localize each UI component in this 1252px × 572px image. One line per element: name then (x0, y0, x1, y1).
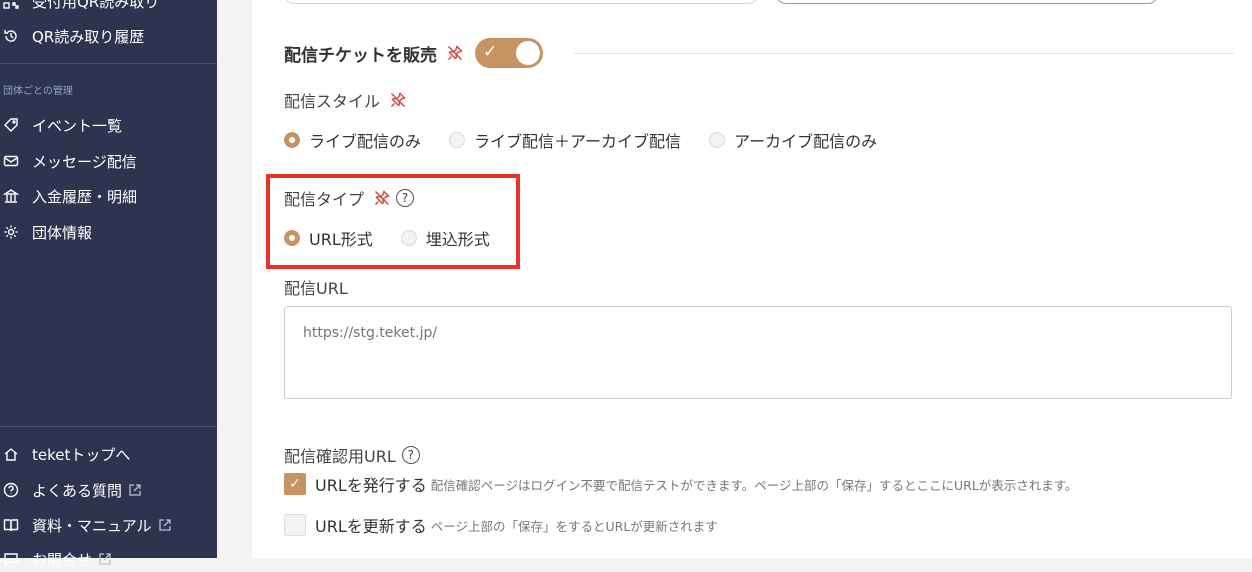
stream-type-row: 配信タイプ ? (284, 186, 415, 210)
option-label: アーカイブ配信のみ (734, 132, 878, 151)
sell-stream-toggle[interactable]: ✓ (475, 38, 543, 68)
divider (0, 426, 217, 427)
previous-field[interactable] (284, 0, 758, 4)
confirm-url-row: 配信確認用URL ? (284, 443, 420, 467)
radio-button[interactable] (400, 230, 417, 246)
pin-icon[interactable] (374, 190, 390, 206)
help-icon[interactable]: ? (401, 446, 420, 464)
toggle-knob (516, 41, 540, 65)
book-icon (2, 516, 20, 534)
option-label: 埋込形式 (425, 230, 490, 249)
history-icon (2, 27, 20, 45)
qr-icon (2, 0, 20, 10)
sidebar-item-events[interactable]: イベント一覧 (0, 112, 122, 138)
mail-icon (2, 152, 20, 170)
issue-url-option[interactable]: ✓ URLを発行する 配信確認ページはログイン不要で配信テストができます。ページ… (284, 472, 1078, 496)
sell-stream-title: 配信チケットを販売 (284, 45, 437, 66)
sidebar-item-faq[interactable]: よくある質問 (0, 477, 142, 503)
sidebar-item-qr-reader[interactable]: 受付用QR読み取り (0, 0, 159, 14)
sidebar-item-label: 団体情報 (32, 223, 93, 242)
sidebar-item-label: お問合せ (32, 550, 93, 569)
update-url-checkbox[interactable] (284, 514, 306, 536)
issue-url-checkbox[interactable]: ✓ (284, 473, 306, 495)
stream-type-option-embed[interactable]: 埋込形式 (400, 226, 490, 250)
stream-type-option-url[interactable]: URL形式 (284, 226, 373, 250)
pin-icon[interactable] (447, 45, 463, 61)
issue-url-label: URLを発行する (315, 476, 427, 495)
sidebar-item-label: teketトップへ (32, 445, 131, 464)
sidebar-item-label: よくある質問 (32, 481, 123, 500)
bank-icon (2, 187, 20, 205)
external-link-icon (98, 552, 112, 566)
sidebar-item-org-info[interactable]: 団体情報 (0, 219, 92, 245)
sidebar-item-label: 受付用QR読み取り (32, 0, 160, 11)
issue-url-note: 配信確認ページはログイン不要で配信テストができます。ページ上部の「保存」するとこ… (430, 477, 1078, 493)
radio-button[interactable] (284, 230, 300, 246)
sidebar-item-label: QR読み取り履歴 (32, 27, 145, 46)
main-content: 配信チケットを販売 ✓ 配信スタイル ライブ配信のみ ライブ配信＋アーカイブ配信… (252, 0, 1252, 558)
help-icon[interactable]: ? (396, 189, 415, 207)
sidebar-item-manuals[interactable]: 資料・マニュアル (0, 512, 172, 538)
sidebar-section-label: 団体ごとの管理 (3, 86, 73, 97)
external-link-icon (128, 483, 142, 497)
sidebar-item-label: イベント一覧 (32, 116, 123, 135)
sidebar: 受付用QR読み取り QR読み取り履歴 団体ごとの管理 イベント一覧 メッセージ配… (0, 0, 217, 569)
update-url-option[interactable]: URLを更新する ページ上部の「保存」をするとURLが更新されます (284, 513, 718, 537)
sidebar-item-label: 入金履歴・明細 (32, 187, 138, 206)
external-link-icon (158, 518, 172, 532)
sidebar-item-contact[interactable]: お問合せ (0, 546, 112, 572)
option-label: ライブ配信＋アーカイブ配信 (474, 132, 682, 151)
radio-button[interactable] (709, 132, 726, 148)
sidebar-item-messages[interactable]: メッセージ配信 (0, 148, 137, 174)
stream-url-label: 配信URL (284, 279, 348, 298)
stream-style-radio-group: ライブ配信のみ ライブ配信＋アーカイブ配信 アーカイブ配信のみ (284, 128, 905, 152)
help-icon (2, 481, 20, 499)
check-icon: ✓ (483, 42, 498, 62)
sidebar-item-payments[interactable]: 入金履歴・明細 (0, 183, 137, 209)
sidebar-item-qr-history[interactable]: QR読み取り履歴 (0, 23, 144, 49)
radio-button[interactable] (449, 132, 466, 148)
sidebar-item-label: メッセージ配信 (32, 152, 137, 171)
stream-style-option-live[interactable]: ライブ配信のみ (284, 128, 421, 152)
sidebar-item-teket-top[interactable]: teketトップへ (0, 441, 130, 467)
stream-type-label: 配信タイプ (284, 190, 365, 209)
stream-style-option-live-archive[interactable]: ライブ配信＋アーカイブ配信 (449, 128, 681, 152)
previous-field[interactable] (776, 0, 1158, 4)
pin-icon[interactable] (390, 92, 406, 108)
divider (0, 63, 217, 64)
home-icon (2, 445, 20, 463)
update-url-note: ページ上部の「保存」をするとURLが更新されます (430, 518, 718, 534)
chat-icon (2, 550, 20, 568)
radio-button[interactable] (284, 132, 300, 148)
tag-icon (2, 116, 20, 134)
confirm-url-label: 配信確認用URL (284, 447, 396, 466)
sidebar-item-label: 資料・マニュアル (32, 516, 152, 535)
stream-type-radio-group: URL形式 埋込形式 (284, 226, 518, 250)
stream-url-input[interactable] (284, 306, 1232, 399)
update-url-label: URLを更新する (315, 517, 427, 536)
gear-icon (2, 223, 20, 241)
stream-style-label: 配信スタイル (284, 92, 381, 111)
sell-stream-row: 配信チケットを販売 ✓ (284, 38, 543, 68)
stream-url-row: 配信URL (284, 275, 348, 299)
option-label: ライブ配信のみ (309, 132, 422, 151)
stream-style-option-archive[interactable]: アーカイブ配信のみ (709, 128, 877, 152)
stream-style-row: 配信スタイル (284, 88, 406, 112)
divider (574, 53, 1234, 54)
option-label: URL形式 (309, 230, 373, 249)
